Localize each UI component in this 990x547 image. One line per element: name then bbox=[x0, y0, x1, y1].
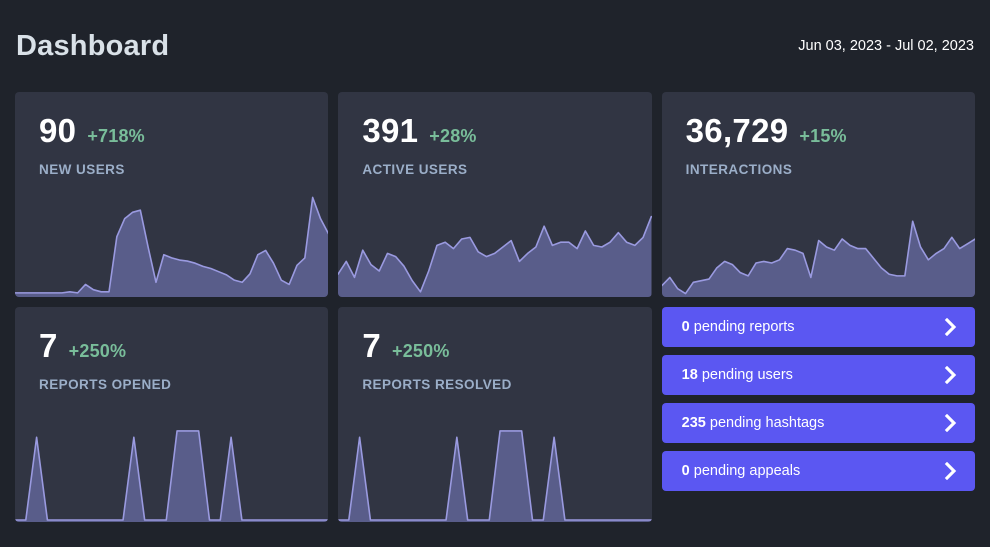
pending-reports-count: 0 bbox=[681, 319, 690, 335]
stat-delta: +250% bbox=[68, 341, 127, 361]
chevron-right-icon bbox=[944, 414, 957, 432]
stat-label: INTERACTIONS bbox=[685, 162, 793, 177]
chevron-right-icon bbox=[944, 462, 957, 480]
pending-users-label: 18 pending users bbox=[682, 367, 793, 383]
pending-hashtags-label: 235 pending hashtags bbox=[682, 415, 825, 431]
dashboard-page: Dashboard Jun 03, 2023 - Jul 02, 2023 90… bbox=[0, 0, 990, 547]
pending-appeals-text: pending appeals bbox=[689, 463, 801, 479]
pending-users-count: 18 bbox=[681, 367, 698, 383]
stat-card-reports-resolved: 7 +250% REPORTS RESOLVED bbox=[338, 307, 652, 522]
date-range-label: Jun 03, 2023 - Jul 02, 2023 bbox=[798, 38, 974, 54]
stat-card-new-users: 90 +718% NEW USERS bbox=[15, 92, 329, 297]
pending-appeals-button[interactable]: 0 pending appeals bbox=[661, 451, 975, 491]
sparkline-reports-resolved bbox=[338, 412, 652, 522]
stat-delta: +250% bbox=[391, 341, 450, 361]
stat-delta: +15% bbox=[799, 126, 847, 146]
sparkline-new-users bbox=[15, 187, 329, 297]
stat-card-figure: 36,729 +15% bbox=[686, 114, 951, 147]
stat-delta: +28% bbox=[429, 126, 477, 146]
sparkline-active-users bbox=[338, 213, 652, 297]
stat-card-header: 36,729 +15% INTERACTIONS bbox=[662, 92, 975, 177]
chevron-right-icon bbox=[944, 366, 957, 384]
stat-card-active-users: 391 +28% ACTIVE USERS bbox=[338, 92, 652, 297]
page-header: Dashboard Jun 03, 2023 - Jul 02, 2023 bbox=[15, 0, 975, 92]
stat-value: 391 bbox=[362, 112, 419, 149]
stat-value: 90 bbox=[39, 112, 77, 149]
pending-hashtags-text: pending hashtags bbox=[705, 415, 825, 431]
pending-hashtags-count: 235 bbox=[681, 415, 706, 431]
pending-hashtags-button[interactable]: 235 pending hashtags bbox=[661, 403, 975, 443]
stat-label: REPORTS RESOLVED bbox=[362, 377, 512, 392]
stat-value: 7 bbox=[362, 327, 381, 364]
stat-card-header: 391 +28% ACTIVE USERS bbox=[338, 92, 651, 177]
pending-appeals-label: 0 pending appeals bbox=[682, 463, 801, 479]
stat-card-interactions: 36,729 +15% INTERACTIONS bbox=[661, 92, 975, 297]
stat-card-figure: 7 +250% bbox=[39, 329, 304, 362]
stat-value: 36,729 bbox=[685, 112, 789, 149]
pending-users-text: pending users bbox=[697, 367, 793, 383]
stat-label: REPORTS OPENED bbox=[39, 377, 172, 392]
pending-reports-text: pending reports bbox=[689, 319, 795, 335]
sparkline-reports-opened bbox=[15, 412, 329, 522]
pending-reports-label: 0 pending reports bbox=[682, 319, 795, 335]
stat-card-figure: 7 +250% bbox=[362, 329, 627, 362]
pending-reports-button[interactable]: 0 pending reports bbox=[661, 307, 975, 347]
pending-users-button[interactable]: 18 pending users bbox=[661, 355, 975, 395]
stat-delta: +718% bbox=[87, 126, 145, 146]
stat-label: NEW USERS bbox=[39, 162, 125, 177]
chevron-right-icon bbox=[944, 318, 957, 336]
pending-list: 0 pending reports 18 pending users 235 p… bbox=[661, 307, 975, 522]
stat-card-header: 7 +250% REPORTS OPENED bbox=[15, 307, 328, 392]
stat-card-figure: 90 +718% bbox=[39, 114, 304, 147]
stat-value: 7 bbox=[39, 327, 58, 364]
stat-card-reports-opened: 7 +250% REPORTS OPENED bbox=[15, 307, 329, 522]
stat-card-figure: 391 +28% bbox=[362, 114, 627, 147]
page-title: Dashboard bbox=[16, 29, 170, 62]
stat-card-header: 90 +718% NEW USERS bbox=[15, 92, 328, 177]
stat-label: ACTIVE USERS bbox=[362, 162, 468, 177]
dashboard-grid: 90 +718% NEW USERS 391 +28% ACTIVE USERS… bbox=[15, 92, 975, 522]
sparkline-interactions bbox=[661, 213, 975, 297]
pending-appeals-count: 0 bbox=[681, 463, 690, 479]
stat-card-header: 7 +250% REPORTS RESOLVED bbox=[338, 307, 651, 392]
